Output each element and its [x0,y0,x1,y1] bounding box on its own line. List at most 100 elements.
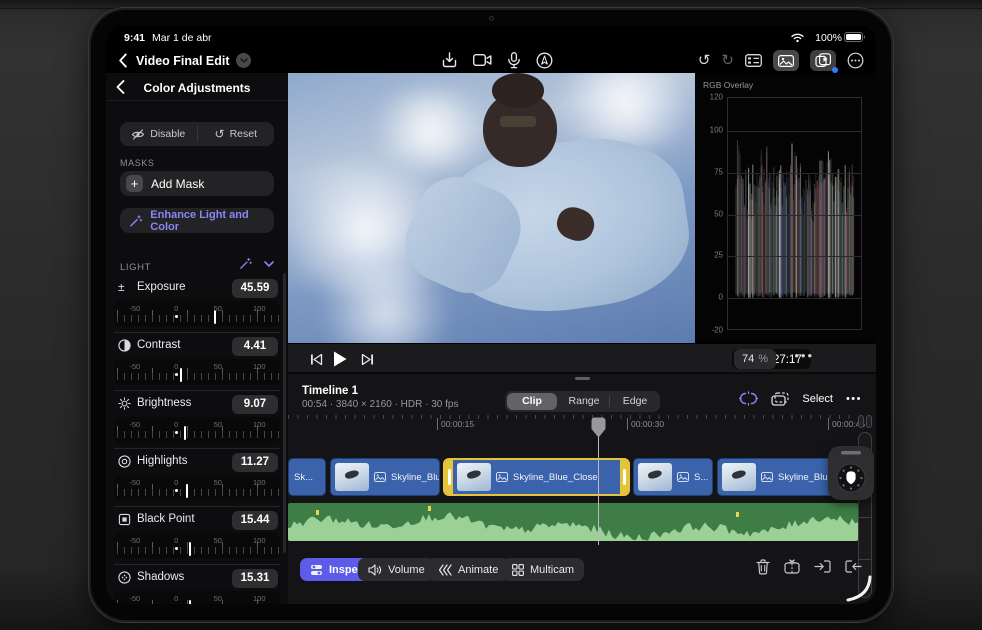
redo-icon: ↻ [721,52,734,69]
slider-ruler[interactable]: -50 0 50 100 [114,591,280,604]
trim-handle-left[interactable] [445,460,453,494]
trash-icon[interactable] [756,559,770,575]
slider-ruler[interactable]: -50 0 50 100 [114,301,280,327]
back-icon[interactable] [118,53,128,68]
timeline-drag-handle[interactable] [575,377,590,380]
project-title[interactable]: Video Final Edit [136,54,230,68]
playhead-line[interactable] [597,434,599,545]
viewer-more-icon[interactable]: ••• [794,348,814,363]
slider-value[interactable]: 15.44 [232,511,278,530]
tick-label: 50 [213,594,222,603]
playhead-handle[interactable] [591,417,606,438]
audio-track[interactable] [288,503,858,541]
zoom-level[interactable]: 74% [733,349,776,369]
highlights-icon [118,455,131,468]
tick-label: 100 [252,594,266,603]
timeline-panel: Timeline 1 00:54 · 3840 × 2160 · HDR · 3… [288,374,876,604]
slider-value[interactable]: 45.59 [232,279,278,298]
track-height-control[interactable] [858,415,872,428]
more-icon[interactable] [847,52,864,69]
split-clip-icon[interactable] [784,559,800,575]
slider-ruler[interactable]: -50 0 50 100 [114,359,280,385]
clip-action-icons [756,559,862,575]
slider-ruler[interactable]: -50 0 50 100 [114,475,280,501]
mode-clip[interactable]: Clip [507,393,557,410]
trim-handle-right[interactable] [620,460,628,494]
timeline-name: Timeline 1 [302,385,359,397]
slider-label: Black Point [137,513,195,525]
multicam-button[interactable]: Multicam [502,558,585,581]
keyframes-icon [438,563,452,576]
collapse-chevron-icon[interactable] [264,260,274,267]
select-more-icon[interactable]: ••• [846,393,862,405]
clip[interactable]: Skyline_Blue_Wide [330,458,440,496]
clip[interactable]: S... [633,458,713,496]
inspect-icon [311,564,322,575]
slider-value[interactable]: 11.27 [232,453,278,472]
insert-right-icon[interactable] [845,559,862,574]
slider-cursor[interactable] [189,542,192,556]
tick-label: 0 [174,304,179,313]
edit-mode-segmented: Clip Range Edge [505,391,660,412]
video-preview[interactable] [288,73,695,343]
slider-cursor[interactable] [179,368,182,382]
browser-list-icon[interactable] [745,54,762,67]
undo-icon[interactable]: ↺ [698,53,711,68]
jog-wheel[interactable] [828,446,874,500]
project-menu-chevron-icon[interactable] [236,53,251,68]
insert-left-icon[interactable] [814,559,831,574]
zero-marker [174,315,178,318]
navigation-icon[interactable] [536,52,553,69]
selected-clip[interactable]: Skyline_Blue_Close [443,458,630,496]
exposure-slider: ± Exposure 45.59 -50 0 50 100 [114,275,280,333]
decorative-arc [846,575,872,602]
magic-wand-icon [130,214,143,226]
mode-edge[interactable]: Edge [610,393,660,410]
audio-waveform [288,506,858,541]
color-adjustments-panel: Color Adjustments Disable ↺ Reset MASKS [106,73,288,604]
thumb-art [731,469,747,481]
effects-icon[interactable] [810,50,838,73]
photo-icon [677,472,689,482]
slider-value[interactable]: 4.41 [232,337,278,356]
tick-label: -50 [129,594,141,603]
slider-cursor[interactable] [185,484,188,498]
clip-track: Sk... Skyline_Blue_Wide Skyline_Blue_Clo… [288,458,858,496]
auto-enhance-icon[interactable] [239,257,252,270]
backdrop: 9:41 Mar 1 de abr 100% Video Final Edit [0,0,982,630]
contrast-slider: Contrast 4.41 -50 0 50 100 [114,333,280,391]
slider-cursor[interactable] [183,426,186,440]
masks-section-label: MASKS [120,158,155,168]
snapping-icon[interactable] [739,391,759,406]
sidebar-scrollbar[interactable] [283,273,286,553]
clip[interactable]: Sk... [288,458,326,496]
play-icon[interactable] [333,351,347,367]
add-mask-button[interactable]: + Add Mask [120,171,274,196]
slider-ruler[interactable]: -50 0 50 100 [114,533,280,559]
select-tool-label[interactable]: Select [802,393,833,405]
animate-button[interactable]: Animate [428,558,509,581]
slider-value[interactable]: 15.31 [232,569,278,588]
mic-icon[interactable] [507,51,521,69]
reset-button[interactable]: ↺ Reset [198,122,275,146]
disable-button[interactable]: Disable [120,122,197,146]
enhance-button[interactable]: Enhance Light and Color [120,208,274,233]
slider-cursor[interactable] [188,600,191,604]
ruler-label: 00:00:15 [437,418,474,430]
tick-label: 0 [174,362,179,371]
skip-forward-icon[interactable] [361,353,374,366]
skip-back-icon[interactable] [310,353,323,366]
media-browser-icon[interactable] [773,50,799,71]
slider-ruler[interactable]: -50 0 50 100 [114,417,280,443]
scope-tick-label: 50 [714,209,723,218]
camera-icon[interactable] [473,53,492,67]
import-icon[interactable] [441,51,458,69]
mode-range[interactable]: Range [559,393,609,410]
connect-clip-icon[interactable] [771,391,789,406]
volume-button[interactable]: Volume [358,558,435,581]
clip-thumbnail [335,463,369,491]
zoom-unit: % [758,353,768,365]
scope-gridline [728,172,861,174]
timeline-ruler[interactable]: 00:00:15 00:00:30 00:00:45 [288,415,865,439]
slider-value[interactable]: 9.07 [232,395,278,414]
